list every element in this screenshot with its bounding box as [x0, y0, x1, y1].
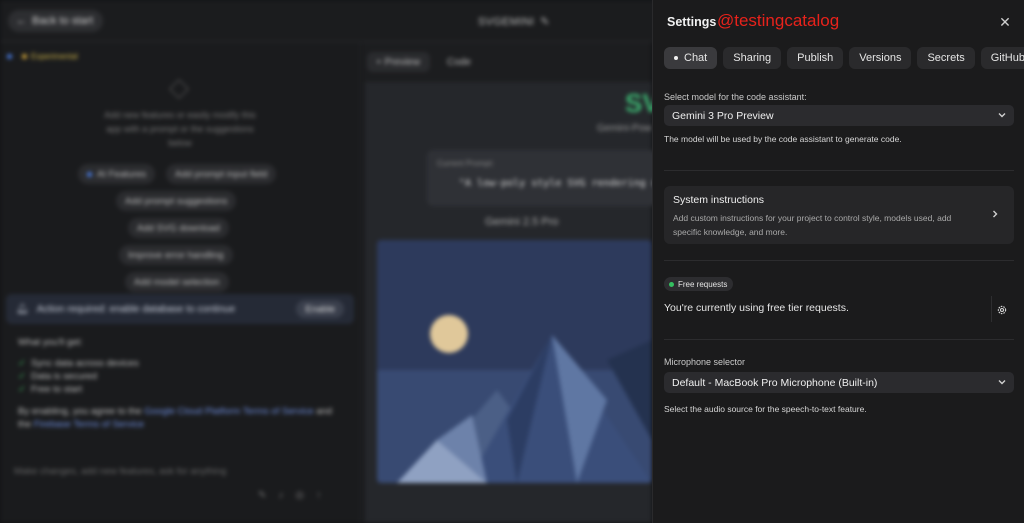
free-requests-label: Free requests — [678, 279, 728, 289]
close-icon[interactable]: ✕ — [997, 14, 1013, 30]
chevron-down-icon — [998, 113, 1006, 118]
send-icon[interactable]: ↑ — [316, 490, 321, 501]
microphone-select[interactable]: Default - MacBook Pro Microphone (Built-… — [664, 372, 1014, 393]
microphone-select-value: Default - MacBook Pro Microphone (Built-… — [672, 376, 878, 389]
tab-sharing[interactable]: Sharing — [723, 47, 782, 69]
model-helper-text: The model will be used by the code assis… — [664, 134, 902, 144]
chip-label: Add SVG download — [137, 222, 220, 234]
firebase-terms-link[interactable]: Firebase Terms of Service — [34, 419, 144, 430]
gemini-icon — [7, 54, 12, 59]
current-prompt-box: Current Prompt: "A low-poly style SVG re… — [427, 150, 658, 206]
divider — [664, 170, 1014, 171]
model-heading: Gemini 2.5 Pro — [485, 216, 559, 228]
app-title-text: SVGEMINI — [478, 15, 535, 28]
divider — [991, 296, 992, 322]
model-select[interactable]: Gemini 3 Pro Preview — [664, 105, 1014, 126]
chevron-down-icon — [998, 380, 1006, 385]
generated-svg-image — [377, 240, 652, 483]
model-select-value: Gemini 3 Pro Preview — [672, 109, 774, 122]
suggestion-chip[interactable]: Add prompt suggestions — [116, 191, 237, 211]
tab-publish[interactable]: Publish — [787, 47, 844, 69]
benefit-item: ✓ Data is secured — [18, 371, 97, 382]
pencil-icon[interactable]: ✎ — [540, 15, 550, 28]
edit-icon[interactable]: ✎ — [258, 490, 266, 501]
sparkle-icon — [87, 171, 92, 177]
divider — [664, 260, 1014, 261]
tab-versions[interactable]: Versions — [849, 47, 912, 69]
suggestion-chip[interactable]: AI Features — [78, 164, 156, 184]
chip-label: Improve error handling — [128, 249, 224, 261]
status-dot — [669, 281, 674, 287]
diamond-icon — [169, 79, 189, 99]
mic-icon[interactable]: ♪ — [278, 490, 283, 501]
free-requests-badge: Free requests — [664, 277, 734, 291]
chevron-right-icon — [993, 210, 998, 218]
suggestion-chip[interactable]: Add model selection — [125, 272, 229, 292]
chip-label: Add prompt suggestions — [125, 195, 228, 207]
back-label: Back to start — [32, 15, 94, 27]
settings-panel: Settings @testingcatalog ✕ Chat Sharing … — [652, 0, 1024, 523]
action-required-text: Action required: enable database to cont… — [36, 303, 236, 315]
tab-secrets[interactable]: Secrets — [917, 47, 975, 69]
tab-chat[interactable]: Chat — [664, 47, 718, 69]
tab-label: GitHub — [990, 52, 1024, 64]
tab-preview[interactable]: • Preview — [367, 52, 431, 72]
gear-icon[interactable] — [996, 304, 1008, 316]
suggestion-chip[interactable]: Improve error handling — [119, 245, 233, 265]
benefits-box: What you'll get: ✓ Sync data across devic… — [6, 326, 354, 446]
chip-label: Add prompt input field — [175, 168, 268, 180]
microphone-helper-text: Select the audio source for the speech-t… — [664, 404, 867, 414]
system-instructions-card[interactable]: System instructions Add custom instructi… — [664, 186, 1014, 244]
settings-icon[interactable]: ◎ — [295, 490, 304, 501]
watermark-text: @testingcatalog — [717, 11, 840, 30]
preview-panel: • Preview Code SV Gemini-Pow Current Pro… — [361, 42, 660, 523]
left-panel: Experimental Add new features or easily … — [0, 42, 360, 523]
bell-icon: 🔔︎ — [16, 303, 29, 315]
benefit-item: ✓ Free to start — [18, 384, 83, 395]
gcp-terms-link[interactable]: Google Cloud Platform Terms of Service — [144, 406, 313, 417]
microphone-selector-label: Microphone selector — [664, 357, 746, 367]
arrow-left-icon: ← — [16, 15, 27, 27]
divider — [664, 339, 1014, 340]
tab-label: Secrets — [927, 52, 965, 64]
chip-label: Add model selection — [134, 276, 220, 288]
benefits-heading: What you'll get: — [18, 337, 83, 348]
hint-text: Add new features or easily modify this a… — [104, 110, 256, 148]
experimental-label: Experimental — [31, 52, 78, 61]
enable-button[interactable]: Enable — [296, 300, 344, 318]
current-prompt-value: "A low-poly style SVG rendering o — [459, 178, 658, 189]
system-instructions-description: Add custom instructions for your project… — [673, 213, 952, 237]
back-to-start-button[interactable]: ← Back to start — [8, 10, 104, 32]
terms-text: By enabling, you agree to the Google Clo… — [18, 406, 333, 430]
action-required-banner: 🔔︎ Action required: enable database to c… — [6, 294, 354, 324]
tab-label: Chat — [684, 52, 708, 64]
suggestion-chip[interactable]: Add SVG download — [128, 218, 229, 238]
chip-label: AI Features — [97, 168, 147, 180]
free-tier-text: You're currently using free tier request… — [664, 302, 849, 314]
model-select-label: Select model for the code assistant: — [664, 92, 807, 102]
experimental-badge: Experimental — [22, 52, 78, 61]
system-instructions-title: System instructions — [673, 194, 765, 206]
compose-input[interactable]: Make changes, add new features, ask for … — [14, 466, 226, 477]
benefit-item: ✓ Sync data across devices — [18, 358, 139, 369]
preview-subheading: Gemini-Pow — [597, 123, 652, 134]
settings-tabs: Chat Sharing Publish Versions Secrets Gi… — [664, 47, 1024, 69]
tab-github[interactable]: GitHub — [980, 47, 1024, 69]
compose-toolbar: ✎ ♪ ◎ ↑ — [258, 490, 321, 501]
app-title: SVGEMINI ✎ — [478, 15, 550, 29]
tab-label: Versions — [859, 52, 902, 64]
suggestion-chip[interactable]: Add prompt input field — [166, 164, 277, 184]
tab-code[interactable]: Code — [437, 52, 481, 72]
active-dot — [674, 56, 678, 60]
settings-title: Settings — [667, 15, 717, 29]
tab-label: Publish — [797, 52, 834, 64]
tab-label: Sharing — [733, 52, 772, 64]
current-prompt-label: Current Prompt: — [437, 159, 494, 168]
